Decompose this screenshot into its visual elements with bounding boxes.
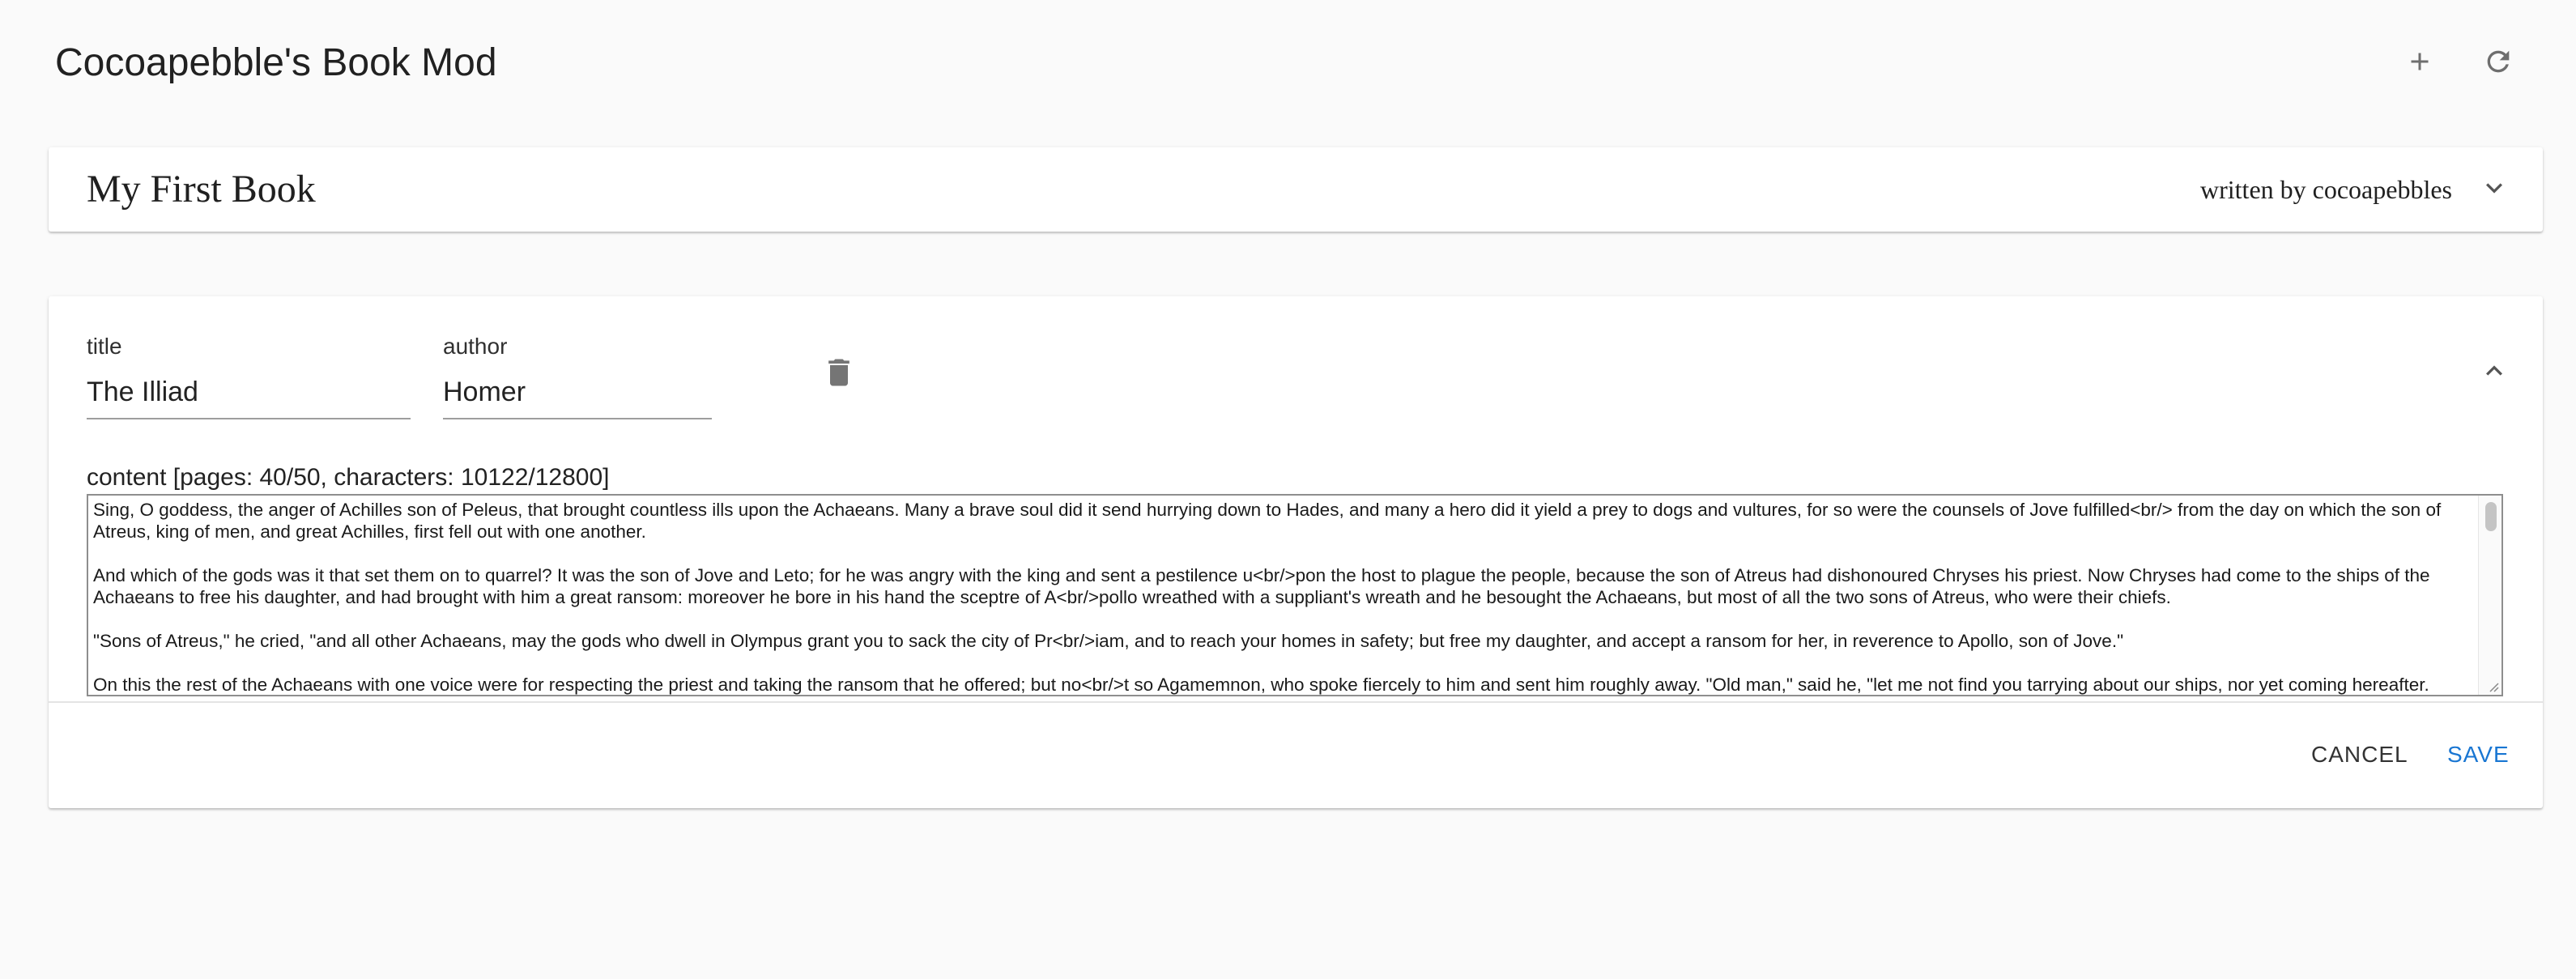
book-byline: written by cocoapebbles xyxy=(2200,175,2452,204)
refresh-icon xyxy=(2482,45,2514,82)
content-textarea[interactable]: Sing, O goddess, the anger of Achilles s… xyxy=(87,494,2503,696)
add-book-button[interactable] xyxy=(2392,36,2447,91)
book-title: My First Book xyxy=(87,168,316,211)
expand-book-button[interactable] xyxy=(2470,165,2519,214)
refresh-button[interactable] xyxy=(2471,36,2526,91)
chevron-down-icon xyxy=(2478,172,2510,208)
collapse-editor-button[interactable] xyxy=(2470,348,2519,397)
title-label: title xyxy=(87,334,122,359)
title-field: title xyxy=(87,332,411,419)
delete-book-button[interactable] xyxy=(815,350,863,398)
page-editor-card: title author content [pages: 40/50, char… xyxy=(49,296,2543,808)
content-label: content [pages: 40/50, characters: 10122… xyxy=(87,464,610,491)
resize-grip-icon[interactable] xyxy=(2485,679,2500,693)
scrollbar-thumb[interactable] xyxy=(2485,502,2497,531)
chevron-up-icon xyxy=(2478,355,2510,391)
app-header: Cocoapebble's Book Mod xyxy=(0,0,2576,130)
author-input[interactable] xyxy=(443,368,712,419)
divider xyxy=(49,701,2543,703)
title-input[interactable] xyxy=(87,368,411,419)
content-text[interactable]: Sing, O goddess, the anger of Achilles s… xyxy=(93,499,2472,695)
app-title: Cocoapebble's Book Mod xyxy=(55,41,497,84)
save-button[interactable]: SAVE xyxy=(2436,734,2521,776)
author-field: author xyxy=(443,332,712,419)
content-scrollbar[interactable] xyxy=(2478,496,2501,695)
author-label: author xyxy=(443,334,508,359)
plus-icon xyxy=(2405,47,2434,80)
cancel-button[interactable]: CANCEL xyxy=(2300,734,2420,776)
book-card[interactable]: My First Book written by cocoapebbles xyxy=(49,147,2543,232)
trash-icon xyxy=(821,355,857,394)
